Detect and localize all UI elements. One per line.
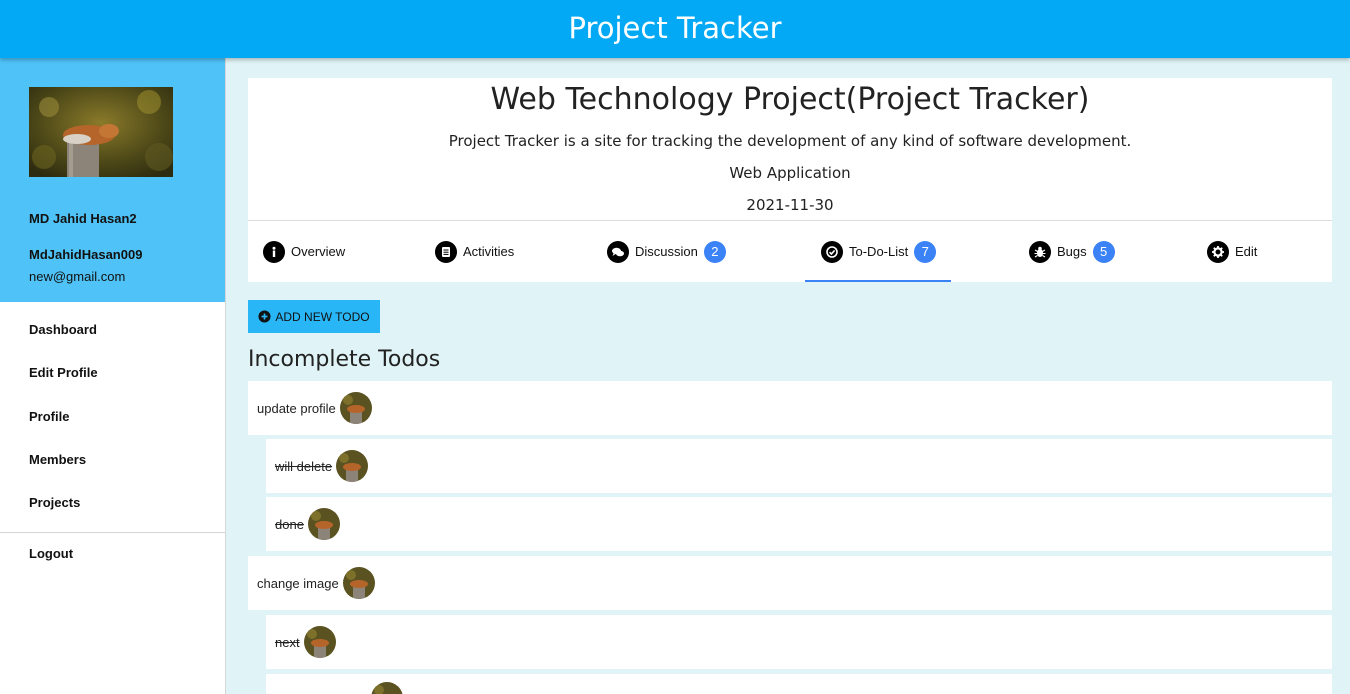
profile-name: MD Jahid Hasan2	[29, 211, 137, 226]
tab-label: Edit	[1235, 244, 1258, 259]
tab-label: Overview	[291, 244, 346, 259]
todo-item[interactable]: next	[266, 615, 1332, 669]
tab-label: To-Do-List	[849, 244, 909, 259]
tab-label: Activities	[463, 244, 515, 259]
project-type: Web Application	[729, 164, 851, 182]
profile-username: MdJahidHasan009	[29, 247, 143, 262]
assignee-avatar	[342, 567, 375, 599]
nav-members[interactable]: Members	[29, 452, 86, 467]
nav-projects[interactable]: Projects	[29, 495, 80, 510]
todo-item[interactable]: update profile	[248, 381, 1332, 435]
gear-icon	[1207, 240, 1229, 263]
check-circle-icon	[821, 240, 843, 263]
todo-label: change image	[257, 575, 339, 591]
bug-icon	[1029, 240, 1051, 263]
discussion-count-badge: 2	[703, 240, 726, 263]
todo-item[interactable]: change image	[248, 556, 1332, 610]
assignee-avatar	[307, 508, 340, 540]
clipboard-icon	[435, 240, 457, 263]
assignee-avatar	[339, 392, 372, 424]
profile-photo	[29, 87, 173, 177]
project-date: 2021-11-30	[746, 196, 834, 214]
todo-item[interactable]	[266, 674, 1332, 694]
bugs-count-badge: 5	[1092, 240, 1115, 263]
tab-edit[interactable]: Edit	[1207, 221, 1257, 282]
add-new-todo-label: ADD NEW TODO	[275, 309, 370, 324]
plus-circle-icon	[258, 310, 271, 323]
project-card: Web Technology Project(Project Tracker) …	[248, 78, 1332, 282]
tab-bugs[interactable]: Bugs 5	[1029, 221, 1115, 282]
todo-item[interactable]: done	[266, 497, 1332, 551]
todo-item[interactable]: will delete	[266, 439, 1332, 493]
todo-count-badge: 7	[914, 240, 937, 263]
nav-logout[interactable]: Logout	[29, 546, 73, 561]
todo-label: update profile	[257, 400, 336, 416]
card-divider	[248, 220, 1332, 221]
info-icon	[263, 240, 285, 263]
add-new-todo-button[interactable]: ADD NEW TODO	[248, 300, 380, 333]
tab-activities[interactable]: Activities	[435, 221, 514, 282]
assignee-avatar	[336, 450, 369, 482]
tab-discussion[interactable]: Discussion 2	[607, 221, 726, 282]
nav-divider	[0, 532, 225, 533]
todo-label: next	[275, 634, 300, 650]
tab-to-do-list[interactable]: To-Do-List 7	[821, 221, 937, 282]
top-app-bar: Project Tracker	[0, 0, 1350, 58]
app-title: Project Tracker	[568, 11, 782, 45]
nav-profile[interactable]: Profile	[29, 409, 69, 424]
tab-overview[interactable]: Overview	[263, 221, 345, 282]
todo-label: done	[275, 516, 304, 532]
profile-email: new@gmail.com	[29, 269, 126, 284]
tab-label: Discussion	[635, 244, 698, 259]
sidebar: MD Jahid Hasan2 MdJahidHasan009 new@gmai…	[0, 58, 226, 694]
nav-edit-profile[interactable]: Edit Profile	[29, 365, 98, 380]
comments-icon	[607, 240, 629, 263]
todo-label: will delete	[275, 458, 333, 474]
active-tab-indicator	[805, 280, 951, 282]
section-title: Incomplete Todos	[248, 347, 441, 372]
profile-panel: MD Jahid Hasan2 MdJahidHasan009 new@gmai…	[0, 58, 225, 302]
assignee-avatar	[303, 626, 336, 658]
assignee-avatar	[371, 682, 403, 694]
project-description: Project Tracker is a site for tracking t…	[448, 132, 1132, 150]
nav-dashboard[interactable]: Dashboard	[29, 322, 97, 337]
project-title: Web Technology Project(Project Tracker)	[490, 82, 1090, 117]
tab-label: Bugs	[1057, 244, 1087, 259]
